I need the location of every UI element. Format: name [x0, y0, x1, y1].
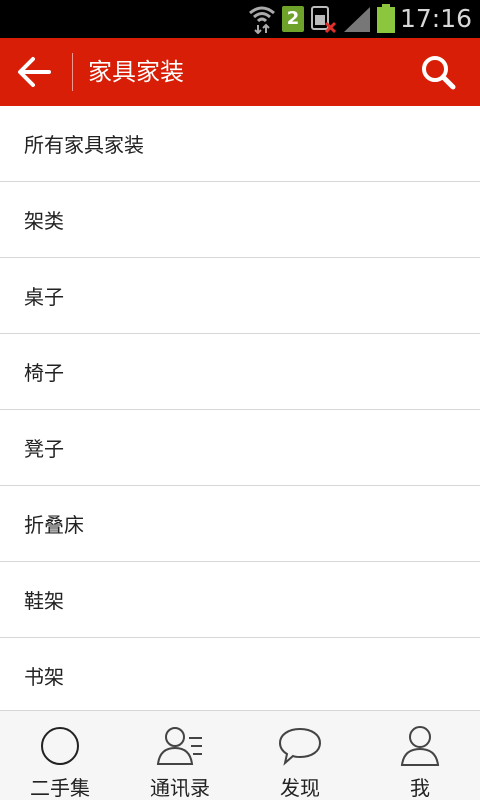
list-item[interactable]: 书架 — [0, 638, 480, 710]
list-item-label: 鞋架 — [24, 589, 64, 613]
chat-bubble-icon — [277, 721, 323, 770]
list-item[interactable]: 桌子 — [0, 258, 480, 334]
circle-icon — [39, 721, 81, 770]
search-button[interactable] — [410, 38, 466, 106]
list-item[interactable]: 鞋架 — [0, 562, 480, 638]
contacts-icon — [155, 721, 205, 770]
battery-icon — [376, 0, 396, 38]
list-item-label: 所有家具家装 — [24, 133, 144, 157]
nav-label: 我 — [410, 776, 430, 800]
list-item-label: 桌子 — [24, 285, 64, 309]
list-item-label: 椅子 — [24, 361, 64, 385]
sim2-icon: 2 — [282, 0, 304, 38]
nav-tab-me[interactable]: 我 — [360, 711, 480, 800]
list-item-label: 架类 — [24, 209, 64, 233]
list-item-label: 折叠床 — [24, 513, 84, 537]
signal-icon — [342, 0, 372, 38]
list-item-label: 书架 — [24, 665, 64, 689]
list-item[interactable]: 所有家具家装 — [0, 106, 480, 182]
arrow-left-icon — [18, 57, 51, 87]
nav-tab-discover[interactable]: 发现 — [240, 711, 360, 800]
header-divider — [72, 53, 73, 91]
nav-label: 二手集 — [30, 776, 90, 800]
nav-label: 发现 — [280, 776, 320, 800]
category-list: 所有家具家装 架类 桌子 椅子 凳子 折叠床 鞋架 书架 — [0, 106, 480, 710]
list-item[interactable]: 凳子 — [0, 410, 480, 486]
status-bar: 2 17:16 — [0, 0, 480, 38]
list-item[interactable]: 架类 — [0, 182, 480, 258]
back-button[interactable] — [0, 38, 70, 106]
no-sim-icon — [310, 0, 338, 38]
page-title: 家具家装 — [88, 58, 184, 86]
nav-label: 通讯录 — [150, 776, 210, 800]
list-item[interactable]: 折叠床 — [0, 486, 480, 562]
sim-badge: 2 — [282, 6, 304, 32]
wifi-data-icon — [248, 0, 276, 38]
status-time: 17:16 — [399, 4, 472, 33]
list-item[interactable]: 椅子 — [0, 334, 480, 410]
nav-tab-market[interactable]: 二手集 — [0, 711, 120, 800]
app-header: 家具家装 — [0, 38, 480, 106]
search-icon — [422, 56, 456, 90]
list-item-label: 凳子 — [24, 437, 64, 461]
bottom-nav: 二手集 通讯录 发现 我 — [0, 710, 480, 800]
nav-tab-contacts[interactable]: 通讯录 — [120, 711, 240, 800]
person-icon — [399, 721, 441, 770]
